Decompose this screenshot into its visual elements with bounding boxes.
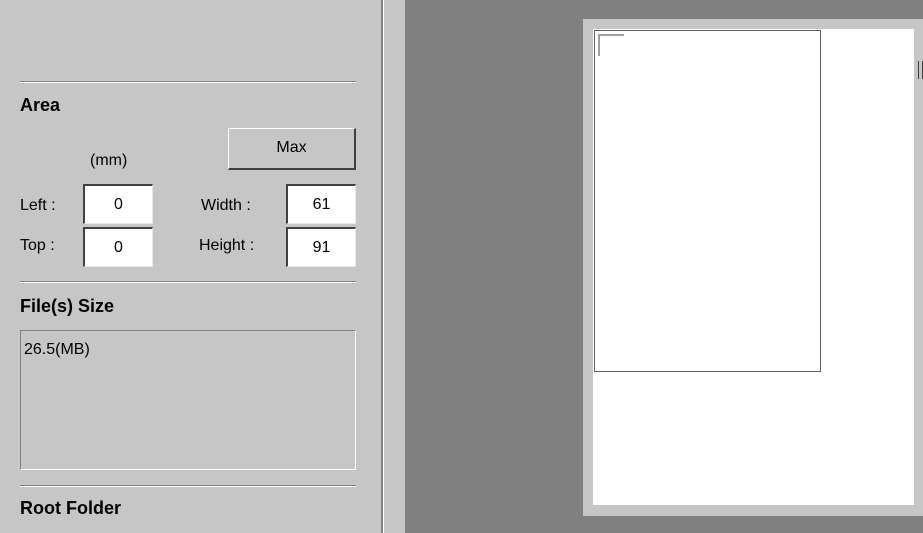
top-label: Top : [20,237,55,254]
section-divider [20,485,356,487]
settings-panel: Area Max (mm) Left : Width : Top : Heigh… [0,0,381,533]
area-section-title: Area [20,95,61,115]
file-size-value: 26.5(MB) [24,341,90,358]
section-divider [20,281,356,283]
file-size-display: 26.5(MB) [20,330,356,470]
left-label: Left : [20,197,56,214]
scan-settings-window: Area Max (mm) Left : Width : Top : Heigh… [0,0,923,533]
width-label: Width : [201,197,251,214]
height-input[interactable] [286,227,356,267]
page-frame [583,19,923,516]
edge-handle[interactable] [918,61,923,79]
resize-handle[interactable] [598,34,624,56]
panel-gutter [384,0,405,533]
width-input[interactable] [286,184,356,224]
section-divider [20,81,356,83]
preview-area [405,0,923,533]
unit-label: (mm) [90,152,128,169]
file-size-section-title: File(s) Size [20,296,115,316]
scan-area-rectangle[interactable] [594,30,821,372]
max-button[interactable]: Max [228,128,356,170]
top-input[interactable] [83,227,153,267]
page-preview[interactable] [593,29,914,505]
left-input[interactable] [83,184,153,224]
height-label: Height : [199,237,255,254]
root-folder-section-title: Root Folder [20,498,121,518]
